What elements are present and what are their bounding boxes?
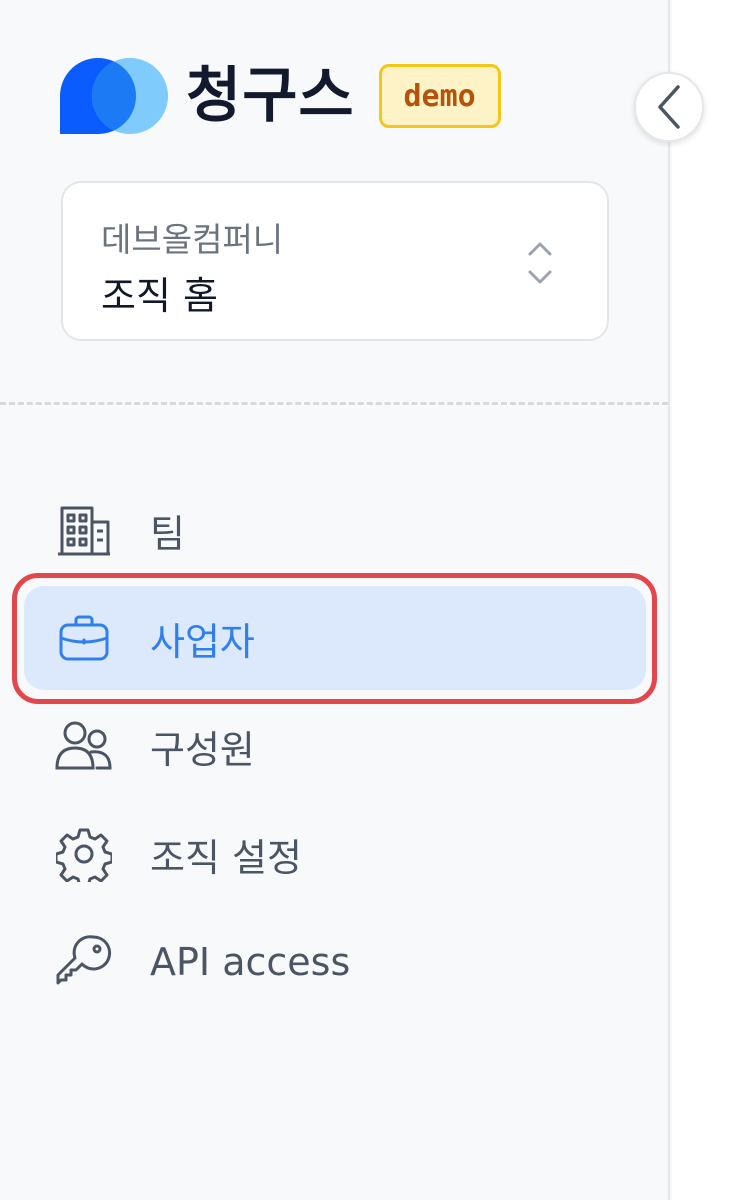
nav-item-label: API access [150,940,351,984]
org-switcher[interactable]: 데브올컴퍼니 조직 홈 [61,181,609,341]
section-divider [0,402,668,405]
org-current-page: 조직 홈 [101,274,218,318]
building-icon [54,500,114,560]
gear-icon [54,824,114,884]
demo-badge: demo [378,64,501,128]
brand-name: 청구스 [186,61,355,131]
briefcase-icon [54,608,114,668]
nav-item-label: 조직 설정 [150,835,302,880]
users-icon [54,716,114,776]
nav-item-label: 구성원 [150,727,255,772]
brand-header[interactable]: 청구스 demo [60,56,501,136]
collapse-sidebar-button[interactable] [634,72,704,142]
chevron-left-icon [658,85,680,129]
org-name: 데브올컴퍼니 [101,220,284,259]
nav-item-members[interactable]: 구성원 [24,694,646,798]
nav-item-org-settings[interactable]: 조직 설정 [24,802,646,906]
nav-item-team[interactable]: 팀 [24,478,646,582]
key-icon [54,932,114,992]
nav-item-api-access[interactable]: API access [24,910,646,1014]
main-content-edge [672,0,750,1200]
nav-item-label: 팀 [150,511,185,556]
chevron-up-down-icon [528,242,552,284]
brand-logo-icon [60,58,168,134]
sidebar: 청구스 demo 데브올컴퍼니 조직 홈 팀 사업자 구성원 조직 설정 API… [0,0,670,1200]
nav-item-businesses[interactable]: 사업자 [24,586,646,690]
nav-item-label: 사업자 [150,619,255,664]
